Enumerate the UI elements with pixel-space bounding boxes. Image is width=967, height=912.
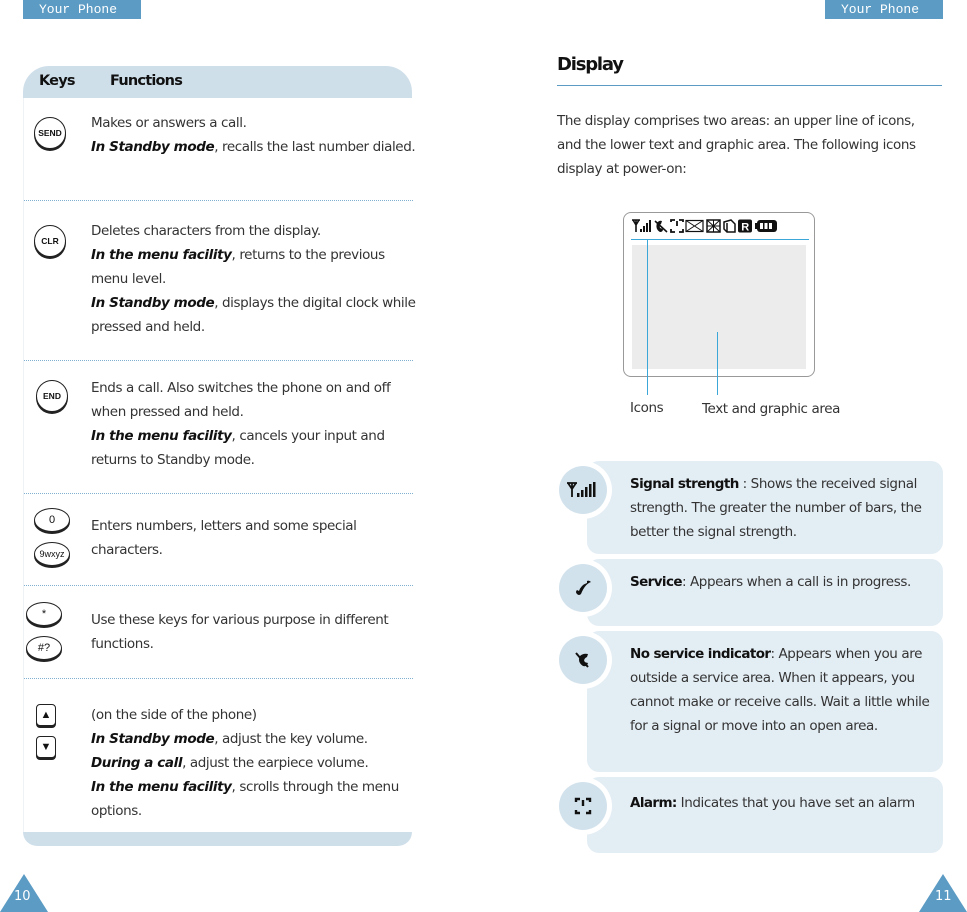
voicemail-icon (706, 219, 721, 233)
keys-functions-table: Keys Functions SEND Makes or answers a c… (23, 66, 416, 846)
page-number-right: 11 (935, 889, 952, 904)
column-header-functions: Functions (110, 73, 183, 89)
row-description: Deletes characters from the display. In … (91, 223, 416, 335)
table-row: SEND Makes or answers a call. In Standby… (24, 98, 416, 201)
table-row: * #? Use these keys for various purpose … (24, 586, 413, 679)
send-key-icon: SEND (34, 117, 66, 149)
alarm-icon (670, 219, 684, 233)
table-row: ▲ ▼ (on the side of the phone) In Standb… (24, 679, 413, 832)
icons-leader-line (647, 240, 648, 395)
no-service-icon (575, 652, 589, 668)
hash-key-icon: #? (26, 636, 62, 660)
lcd-icon-separator (631, 239, 809, 240)
alarm-icon (574, 797, 592, 815)
svg-text:R: R (741, 222, 749, 234)
icon-description: Signal strength : Shows the received sig… (630, 476, 922, 540)
label-icons: Icons (630, 400, 664, 416)
table-row: END Ends a call. Also switches the phone… (24, 361, 413, 494)
icon-circle (554, 631, 612, 689)
nine-key-icon: 9wxyz (34, 542, 70, 566)
no-service-icon (654, 220, 668, 233)
signal-strength-icon (567, 482, 596, 497)
section-tag-right: Your Phone (825, 0, 943, 19)
lcd-display-diagram: R (623, 212, 815, 377)
row-description: (on the side of the phone) In Standby mo… (91, 707, 399, 819)
icon-circle (554, 461, 612, 519)
table-row: 0 9wxyz Enters numbers, letters and some… (24, 494, 413, 586)
table-row: CLR Deletes characters from the display.… (24, 201, 416, 361)
lcd-status-icons: R (632, 219, 777, 234)
message-icon (685, 219, 704, 233)
keypad-lock-icon (723, 219, 736, 233)
page-number-left: 10 (14, 889, 31, 904)
row-description: Ends a call. Also switches the phone on … (91, 380, 391, 468)
column-header-keys: Keys (39, 73, 75, 89)
volume-down-key-icon: ▼ (36, 736, 56, 758)
icon-circle (554, 559, 612, 617)
row-description: Use these keys for various purpose in di… (91, 612, 389, 652)
signal-strength-icon (632, 219, 651, 232)
volume-up-key-icon: ▲ (36, 704, 56, 726)
row-description: Enters numbers, letters and some special… (91, 518, 357, 558)
icon-description: Service: Appears when a call is in progr… (630, 574, 911, 590)
star-key-icon: * (26, 602, 62, 626)
table-header: Keys Functions (23, 66, 412, 98)
table-body: SEND Makes or answers a call. In Standby… (23, 98, 416, 832)
battery-icon (755, 220, 777, 232)
label-text-graphic-area: Text and graphic area (702, 401, 840, 417)
roaming-icon: R (738, 219, 752, 234)
service-phone-icon (576, 580, 591, 595)
row-description: Makes or answers a call. In Standby mode… (91, 115, 416, 155)
text-area-leader-line (717, 332, 718, 395)
icon-description: Alarm: Indicates that you have set an al… (630, 795, 915, 811)
icon-card-alarm (587, 777, 943, 853)
table-footer (23, 832, 412, 846)
end-key-icon: END (36, 380, 68, 412)
icon-description: No service indicator: Appears when you a… (630, 646, 930, 734)
title-divider (557, 85, 942, 86)
section-title: Display (557, 54, 624, 75)
lcd-icon-row: R (631, 218, 803, 237)
clr-key-icon: CLR (34, 225, 66, 257)
lcd-text-graphic-area (632, 245, 806, 369)
icon-circle (554, 777, 612, 835)
zero-key-icon: 0 (34, 508, 70, 532)
intro-paragraph: The display comprises two areas: an uppe… (557, 113, 916, 177)
section-tag-left: Your Phone (23, 0, 141, 19)
